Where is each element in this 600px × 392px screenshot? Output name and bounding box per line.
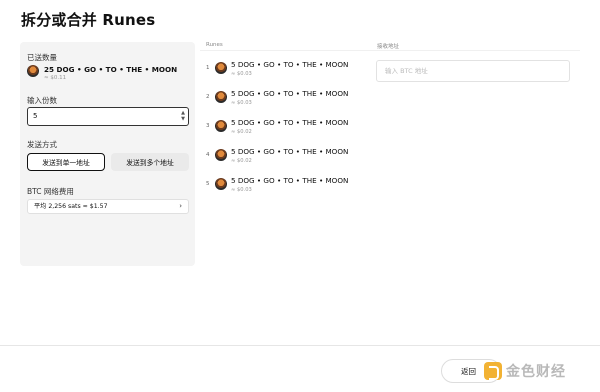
count-label: 输入份数 [27, 96, 57, 105]
count-input[interactable]: 5 ▲ ▼ [27, 107, 189, 126]
list-item-usd: ≈ $0.02 [231, 158, 252, 164]
stepper-arrows-icon[interactable]: ▲ ▼ [181, 110, 185, 122]
dog-avatar-icon [215, 149, 227, 161]
page-title: 拆分或合并 Runes [21, 11, 156, 29]
sent-amount-label: 已送数量 [27, 53, 57, 62]
list-item-index: 4 [206, 152, 210, 158]
btc-address-placeholder: 输入 BTC 地址 [385, 67, 428, 75]
split-settings-panel: 已送数量 25 DOG • GO • TO • THE • MOON ≈ $0.… [20, 42, 195, 266]
send-to-multiple-addresses-button[interactable]: 发送到多个地址 [111, 153, 189, 171]
list-item-name: 5 DOG • GO • TO • THE • MOON [231, 147, 349, 156]
footer-divider [0, 345, 600, 346]
sent-rune-name: 25 DOG • GO • TO • THE • MOON [44, 65, 178, 74]
list-item: 2 5 DOG • GO • TO • THE • MOON ≈ $0.03 [204, 85, 364, 109]
chevron-right-icon: › [179, 202, 182, 210]
list-item-name: 5 DOG • GO • TO • THE • MOON [231, 60, 349, 69]
btc-address-input[interactable]: 输入 BTC 地址 [376, 60, 570, 82]
list-item-usd: ≈ $0.03 [231, 187, 252, 193]
split-merge-page: 拆分或合并 Runes 已送数量 25 DOG • GO • TO • THE … [0, 0, 600, 392]
dog-avatar-icon [27, 65, 39, 77]
runes-column-header: Runes [206, 42, 223, 48]
list-item-name: 5 DOG • GO • TO • THE • MOON [231, 176, 349, 185]
jinse-logo-icon [484, 362, 502, 380]
fee-label: BTC 网络费用 [27, 187, 74, 196]
sent-rune: 25 DOG • GO • TO • THE • MOON ≈ $0.11 [27, 65, 177, 81]
list-item-index: 1 [206, 65, 210, 71]
dog-avatar-icon [215, 178, 227, 190]
fee-value: 平均 2,256 sats ≈ $1.57 [34, 203, 108, 210]
list-item-usd: ≈ $0.03 [231, 71, 252, 77]
dog-avatar-icon [215, 120, 227, 132]
list-item: 4 5 DOG • GO • TO • THE • MOON ≈ $0.02 [204, 143, 364, 167]
list-item: 5 5 DOG • GO • TO • THE • MOON ≈ $0.03 [204, 172, 364, 196]
dog-avatar-icon [215, 91, 227, 103]
list-item-name: 5 DOG • GO • TO • THE • MOON [231, 89, 349, 98]
list-item-name: 5 DOG • GO • TO • THE • MOON [231, 118, 349, 127]
send-to-single-address-button[interactable]: 发送到单一地址 [27, 153, 105, 171]
list-item: 1 5 DOG • GO • TO • THE • MOON ≈ $0.03 [204, 56, 364, 80]
count-input-value: 5 [33, 112, 38, 120]
list-item-usd: ≈ $0.03 [231, 100, 252, 106]
sent-rune-usd: ≈ $0.11 [44, 75, 67, 81]
list-item-index: 2 [206, 94, 210, 100]
list-item: 3 5 DOG • GO • TO • THE • MOON ≈ $0.02 [204, 114, 364, 138]
fee-selector[interactable]: 平均 2,256 sats ≈ $1.57 › [27, 199, 189, 214]
back-button-label: 返回 [461, 366, 476, 376]
column-header-divider [200, 50, 580, 51]
address-column-header: 接收地址 [377, 44, 400, 50]
list-item-usd: ≈ $0.02 [231, 129, 252, 135]
list-item-index: 3 [206, 123, 210, 129]
watermark: 金色财经 [484, 361, 566, 381]
watermark-text: 金色财经 [506, 364, 566, 380]
send-mode-label: 发送方式 [27, 140, 57, 149]
list-item-index: 5 [206, 181, 210, 187]
dog-avatar-icon [215, 62, 227, 74]
